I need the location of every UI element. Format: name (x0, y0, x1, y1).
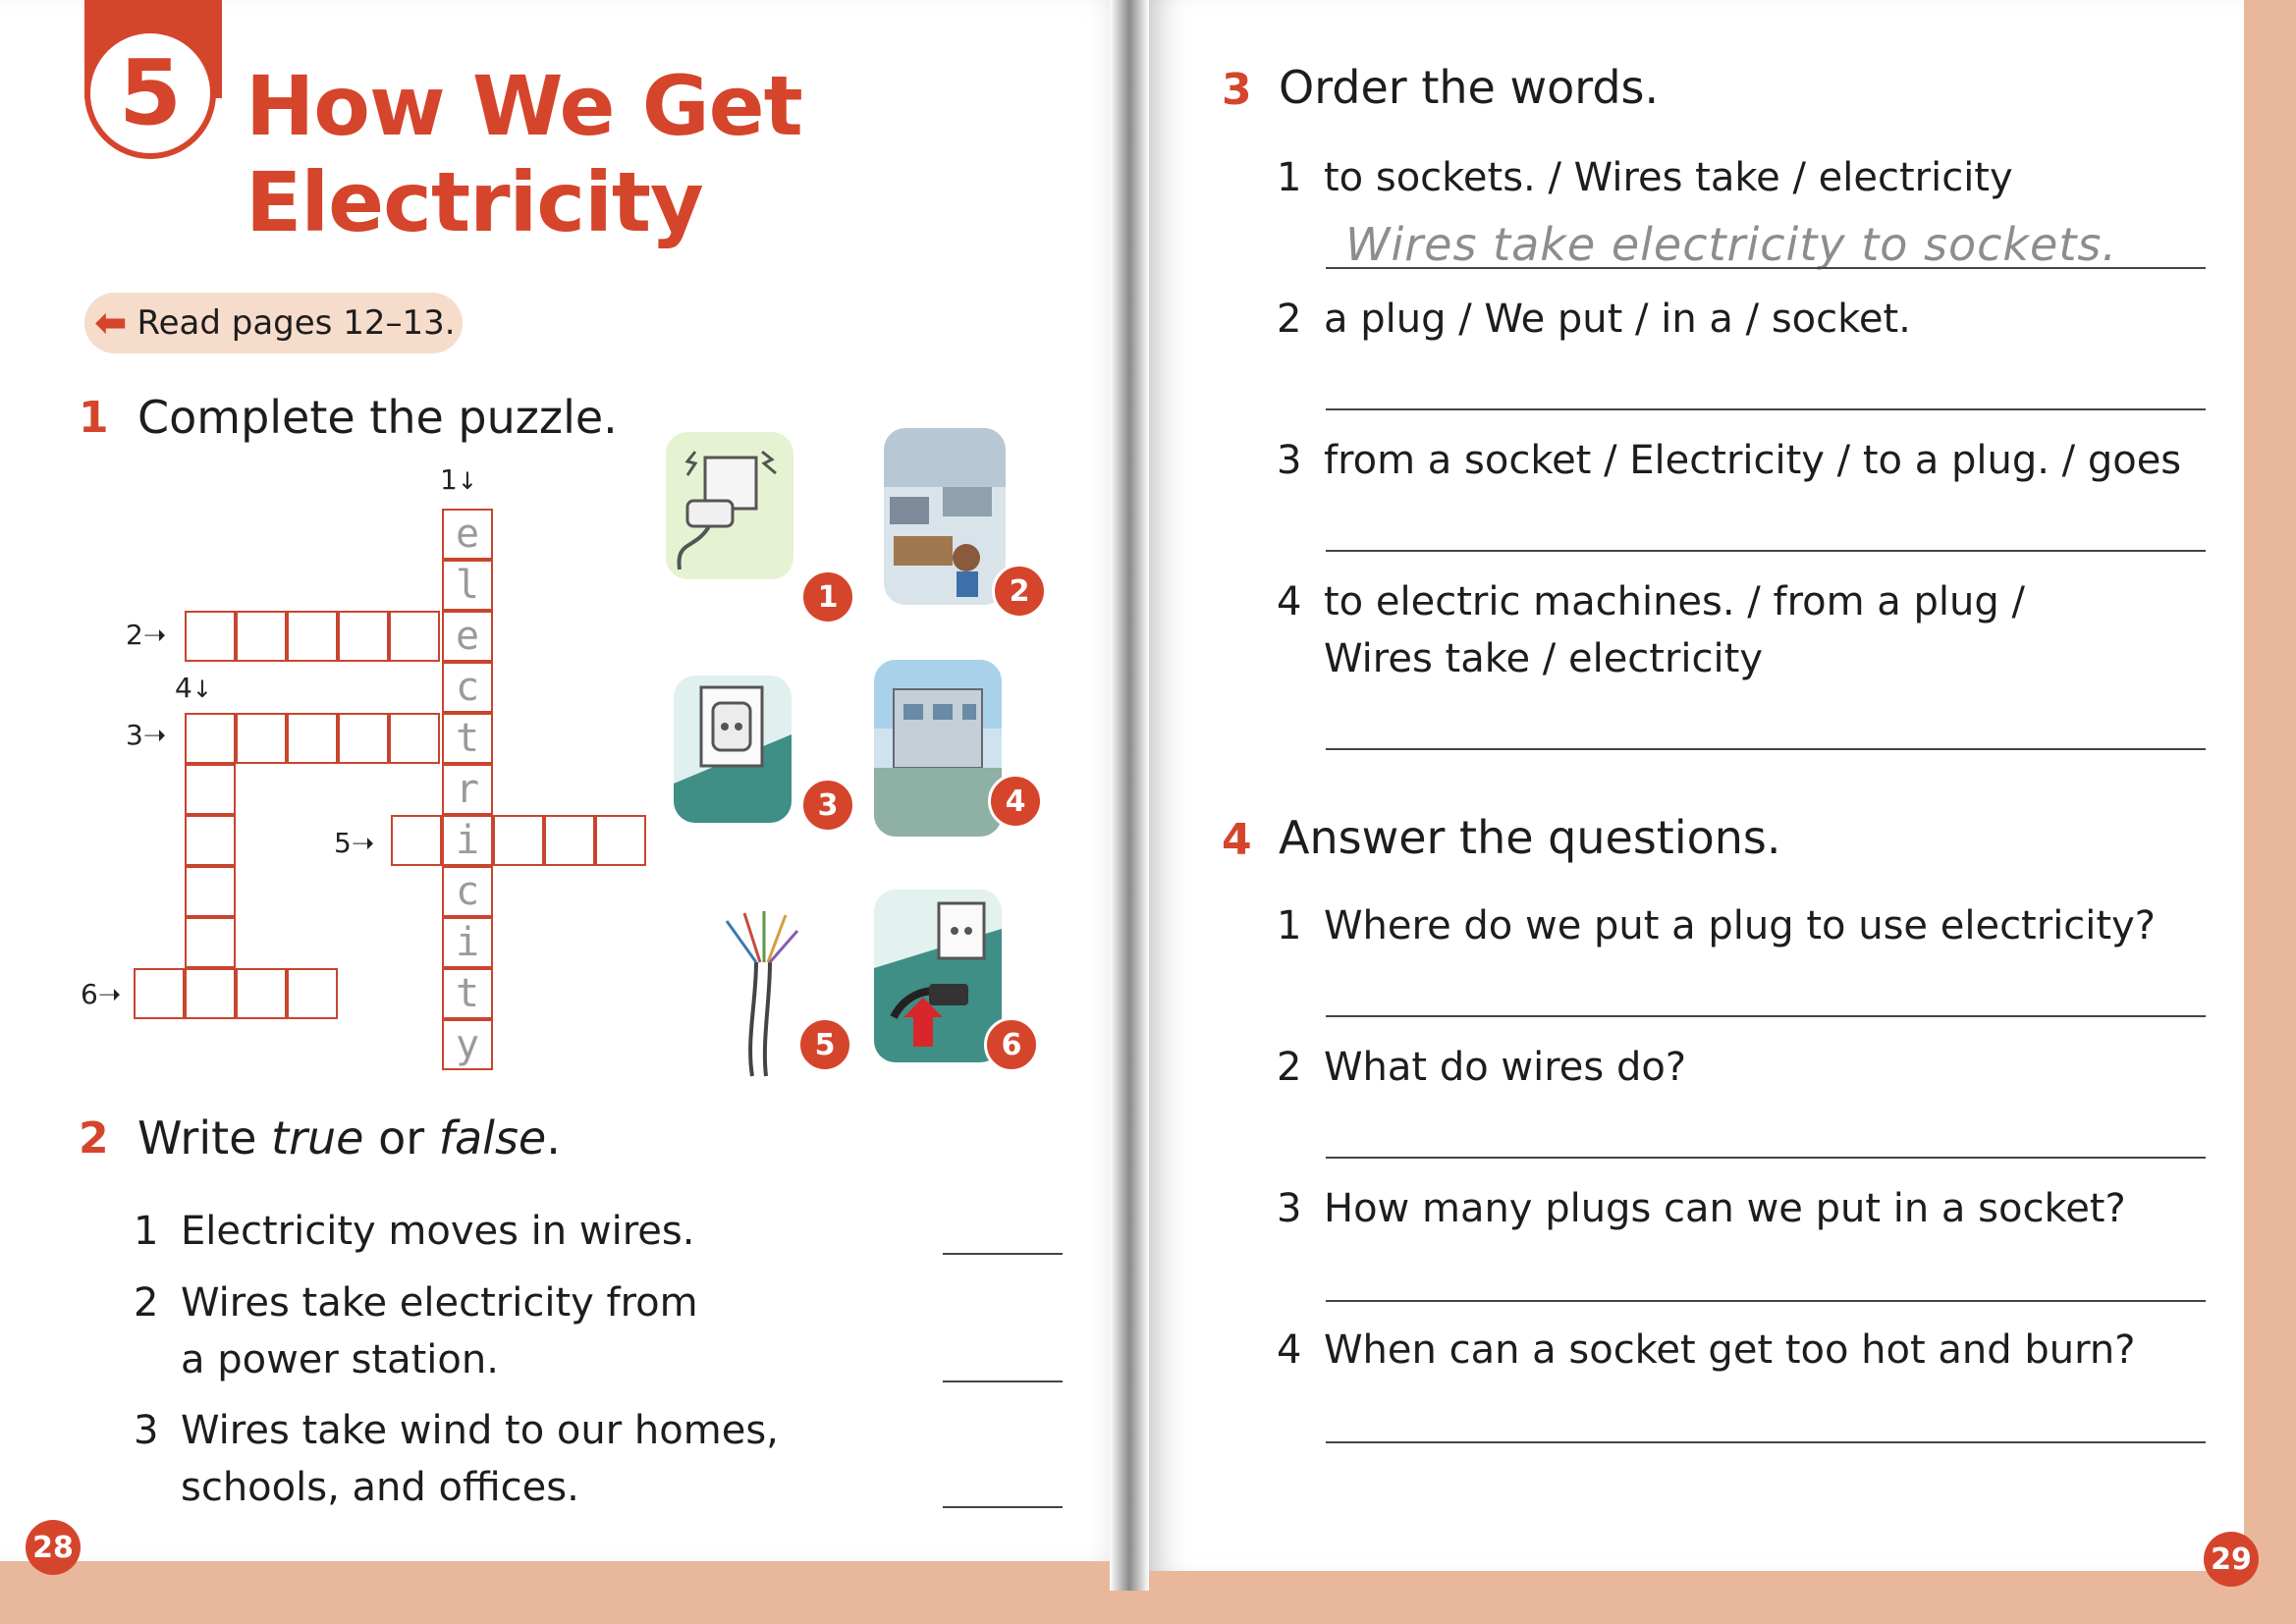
book-spine (1110, 0, 1149, 1591)
page-number-left: 28 (26, 1520, 81, 1575)
exercise4-number: 4 (1222, 815, 1252, 865)
plug-arrow-icon (874, 901, 1002, 1062)
picture-plug-socket-sparks (666, 432, 793, 579)
picture-badge-6: 6 (984, 1017, 1039, 1072)
picture-badge-2: 2 (992, 564, 1047, 619)
crossword-letter: r (455, 767, 480, 812)
office-scene-icon (884, 428, 1006, 597)
crossword-letter: e (455, 512, 480, 557)
crossword-cell[interactable] (236, 611, 287, 662)
question-answer-line-4[interactable] (1326, 1441, 2206, 1443)
crossword-cell[interactable] (185, 713, 236, 764)
crossword-cell[interactable] (236, 713, 287, 764)
picture-badge-5: 5 (797, 1017, 852, 1072)
exercise3-title: Order the words. (1279, 61, 1660, 114)
crossword-letter: c (455, 665, 480, 710)
order-answer-line-4[interactable] (1326, 748, 2206, 750)
question-item-1: 1 Where do we put a plug to use electrici… (1277, 903, 2156, 948)
crossword-cell[interactable] (391, 815, 442, 866)
crossword-letter: e (455, 614, 480, 659)
page-number-right: 29 (2204, 1532, 2259, 1587)
order-item-4: 4 to electric machines. / from a plug / W… (1277, 579, 2025, 681)
plug-sparks-icon (677, 450, 777, 570)
crossword-cell[interactable] (185, 866, 236, 917)
question-item-3: 3 How many plugs can we put in a socket? (1277, 1186, 2126, 1231)
order-answer-line-2[interactable] (1326, 408, 2206, 410)
picture-school-building (874, 660, 1002, 837)
crossword-cell[interactable] (389, 713, 440, 764)
order-item-3: 3 from a socket / Electricity / to a plug… (1277, 438, 2182, 483)
question-answer-line-2[interactable] (1326, 1157, 2206, 1159)
crossword-cell[interactable] (185, 611, 236, 662)
crossword-letter: c (455, 869, 480, 914)
clue-label-2: 2➝ (126, 619, 167, 651)
unit-number-badge: 5 (84, 27, 216, 159)
tf-item-1: 1 Electricity moves in wires. (134, 1209, 695, 1254)
order-answer-line-1[interactable] (1326, 267, 2206, 269)
crossword-letter: y (455, 1022, 480, 1067)
crossword-cell[interactable] (236, 968, 287, 1019)
crossword-cell[interactable] (287, 611, 338, 662)
read-pages-text: Read pages 12–13. (137, 303, 456, 343)
tf-item-3: 3 Wires take wind to our homes, schools, … (134, 1408, 779, 1510)
crossword-letter: t (455, 716, 480, 761)
crossword-cell[interactable] (287, 713, 338, 764)
crossword-cell[interactable] (185, 764, 236, 815)
crossword-cell[interactable] (595, 815, 646, 866)
crossword-letter: l (455, 563, 480, 608)
order-answer-line-3[interactable] (1326, 550, 2206, 552)
exercise1-number: 1 (79, 393, 109, 443)
clue-label-4: 4↓ (175, 672, 212, 704)
picture-badge-4: 4 (988, 774, 1043, 829)
crossword-letter: t (455, 971, 480, 1016)
order-item-1: 1 to sockets. / Wires take / electricity (1277, 155, 2013, 200)
school-building-icon (874, 660, 1002, 837)
exercise3-number: 3 (1222, 65, 1252, 115)
exercise1-title: Complete the puzzle. (137, 391, 618, 444)
picture-badge-1: 1 (800, 569, 855, 624)
crossword-cell[interactable] (544, 815, 595, 866)
crossword-cell[interactable] (185, 968, 236, 1019)
crossword-cell[interactable] (493, 815, 544, 866)
crossword-cell[interactable] (185, 917, 236, 968)
crossword-letter: i (455, 818, 480, 863)
clue-label-5: 5➝ (334, 827, 375, 859)
unit-number: 5 (118, 40, 182, 145)
arrow-left-icon: ⬅ (94, 300, 128, 346)
crossword-cell[interactable] (185, 815, 236, 866)
picture-wires (687, 903, 805, 1080)
crossword-cell[interactable] (338, 713, 389, 764)
question-answer-line-1[interactable] (1326, 1015, 2206, 1017)
question-answer-line-3[interactable] (1326, 1300, 2206, 1302)
picture-office (884, 428, 1006, 605)
clue-label-3: 3➝ (126, 719, 167, 751)
exercise4-title: Answer the questions. (1279, 811, 1781, 864)
picture-wall-socket (674, 676, 792, 823)
crossword-cell[interactable] (338, 611, 389, 662)
crossword-cell[interactable] (389, 611, 440, 662)
crossword-cell[interactable] (287, 968, 338, 1019)
read-pages-note: ⬅ Read pages 12–13. (84, 293, 463, 353)
question-item-2: 2 What do wires do? (1277, 1045, 1687, 1090)
exercise2-number: 2 (79, 1113, 109, 1164)
unit-title-line1: How We Get (246, 58, 803, 154)
order-answer-1-text: Wires take electricity to sockets. (1345, 218, 2117, 271)
wires-icon (725, 911, 799, 1077)
tf-answer-line-1[interactable] (943, 1253, 1063, 1255)
clue-label-6: 6➝ (81, 978, 122, 1010)
clue-label-1: 1↓ (440, 463, 477, 496)
tf-answer-line-2[interactable] (943, 1380, 1063, 1382)
question-item-4: 4 When can a socket get too hot and burn? (1277, 1327, 2136, 1373)
picture-plug-into-socket (874, 890, 1002, 1062)
tf-item-2: 2 Wires take electricity from a power sta… (134, 1280, 698, 1382)
crossword-cell[interactable] (134, 968, 185, 1019)
wall-socket-icon (674, 685, 792, 823)
picture-badge-3: 3 (800, 778, 855, 833)
exercise2-title: Write true or false. (137, 1111, 561, 1164)
order-item-2: 2a plug / We put / in a / socket. (1277, 297, 1911, 342)
crossword-letter: i (455, 920, 480, 965)
unit-title-line2: Electricity (246, 154, 704, 250)
tf-answer-line-3[interactable] (943, 1506, 1063, 1508)
